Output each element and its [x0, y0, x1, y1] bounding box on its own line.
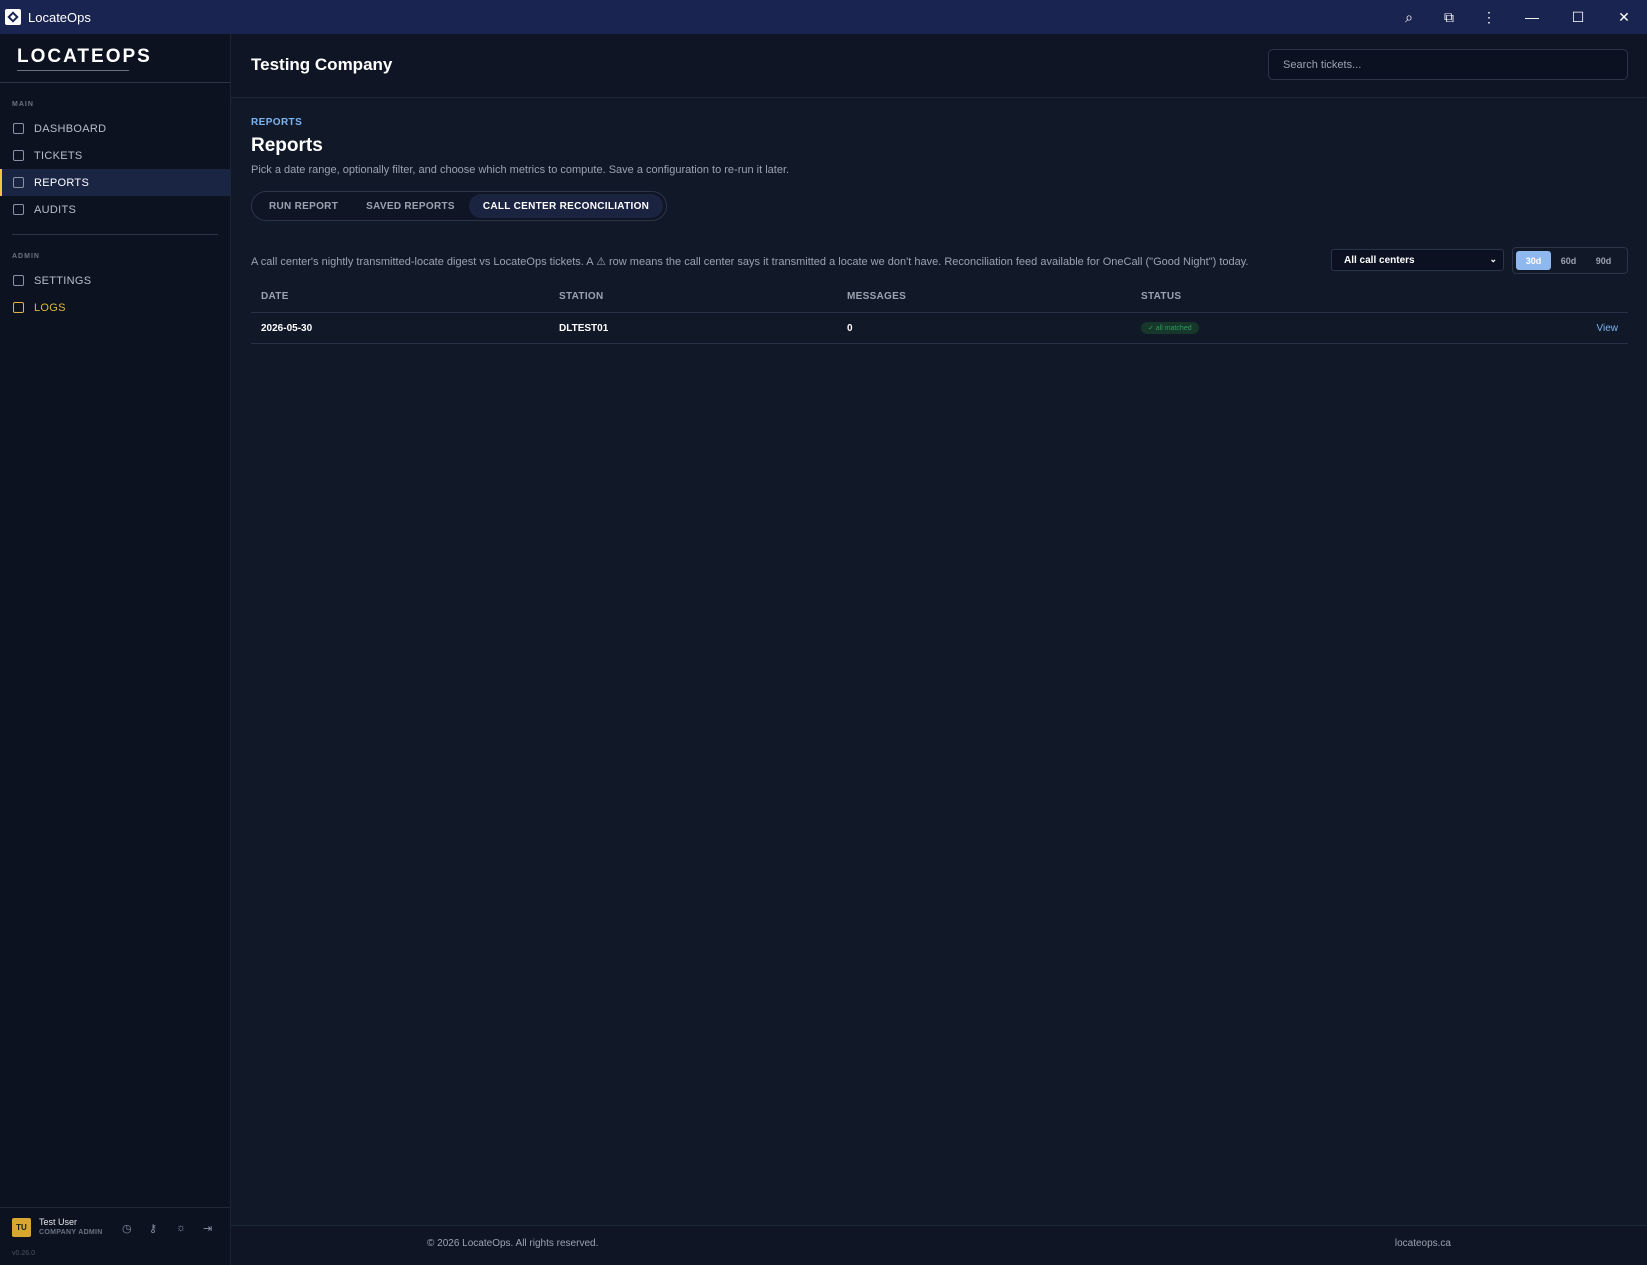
logo-wordmark: LOCATEOPS	[17, 46, 152, 67]
brand-logo[interactable]: LOCATEOPS	[0, 34, 230, 83]
range-90d-button[interactable]: 90d	[1586, 251, 1621, 270]
copyright-text: © 2026 LocateOps. All rights reserved.	[427, 1238, 599, 1249]
status-badge: ✓ all matched	[1141, 322, 1199, 334]
company-name: Testing Company	[251, 55, 393, 74]
user-name: Test User	[39, 1217, 78, 1227]
avatar[interactable]: TU	[12, 1218, 31, 1237]
main-content: REPORTS Reports Pick a date range, optio…	[231, 99, 1647, 1224]
sidebar-item-label: LOGS	[34, 301, 66, 314]
sidebar-item-label: REPORTS	[34, 176, 90, 189]
call-center-select-value: All call centers	[1344, 254, 1415, 266]
call-center-select[interactable]: All call centers ⌄	[1331, 249, 1504, 271]
reconciliation-table: DATE STATION MESSAGES STATUS 2026-05-30 …	[251, 281, 1628, 344]
table-row[interactable]: 2026-05-30 DLTEST01 0 ✓ all matched View	[251, 313, 1628, 344]
sidebar-item-label: DASHBOARD	[34, 122, 107, 135]
cell-messages: 0	[847, 322, 853, 334]
sidebar-item-settings[interactable]: SETTINGS	[0, 267, 230, 294]
column-header-station: STATION	[559, 291, 604, 302]
key-icon[interactable]: ⚷	[149, 1222, 176, 1235]
sidebar: LOCATEOPS MAIN DASHBOARD TICKETS REPORTS…	[0, 34, 231, 1265]
logo-underline	[17, 70, 129, 72]
column-header-date: DATE	[261, 291, 289, 302]
site-link[interactable]: locateops.ca	[1395, 1238, 1451, 1249]
sidebar-item-tickets[interactable]: TICKETS	[0, 142, 230, 169]
page-description: Pick a date range, optionally filter, an…	[251, 164, 790, 176]
range-60d-button[interactable]: 60d	[1551, 251, 1586, 270]
breadcrumb[interactable]: REPORTS	[251, 117, 302, 128]
sidebar-item-reports[interactable]: REPORTS	[0, 169, 230, 196]
tab-run-report[interactable]: RUN REPORT	[255, 194, 352, 218]
date-range-toggle: 30d 60d 90d	[1512, 247, 1628, 274]
window-controls: ⌕ ⧉ ⋮ — ☐ ✕	[1389, 0, 1647, 34]
sidebar-item-logs[interactable]: LOGS	[0, 294, 230, 321]
app-version: v0.26.0	[12, 1250, 35, 1257]
sidebar-item-audits[interactable]: AUDITS	[0, 196, 230, 223]
view-link[interactable]: View	[1597, 323, 1619, 334]
table-header: DATE STATION MESSAGES STATUS	[251, 281, 1628, 313]
sidebar-item-dashboard[interactable]: DASHBOARD	[0, 115, 230, 142]
search-input[interactable]	[1268, 49, 1628, 80]
sidebar-item-label: SETTINGS	[34, 274, 92, 287]
report-tabs: RUN REPORT SAVED REPORTS CALL CENTER REC…	[251, 191, 668, 221]
minimize-icon[interactable]: —	[1509, 0, 1555, 34]
cell-date: 2026-05-30	[261, 322, 313, 334]
chart-icon	[13, 177, 24, 188]
reconciliation-description: A call center's nightly transmitted-loca…	[251, 256, 1249, 268]
tab-saved-reports[interactable]: SAVED REPORTS	[352, 194, 469, 218]
logout-icon[interactable]: ⇥	[203, 1222, 230, 1235]
page-title: Reports	[251, 135, 323, 156]
top-header: Testing Company	[231, 34, 1647, 98]
app-logo-icon	[5, 9, 21, 25]
dashboard-icon	[13, 123, 24, 134]
column-header-messages: MESSAGES	[847, 291, 907, 302]
clipboard-icon	[13, 204, 24, 215]
cell-station: DLTEST01	[559, 322, 609, 334]
gear-icon	[13, 275, 24, 286]
chevron-down-icon: ⌄	[1489, 254, 1497, 264]
theme-icon[interactable]: ☼	[176, 1222, 203, 1235]
page-footer: © 2026 LocateOps. All rights reserved. l…	[231, 1225, 1647, 1265]
close-icon[interactable]: ✕	[1601, 0, 1647, 34]
search-icon[interactable]: ⌕	[1389, 0, 1429, 34]
sidebar-divider	[12, 234, 218, 235]
sidebar-item-label: TICKETS	[34, 149, 83, 162]
maximize-icon[interactable]: ☐	[1555, 0, 1601, 34]
user-actions: ◷ ⚷ ☼ ⇥	[122, 1222, 230, 1235]
window-titlebar: LocateOps ⌕ ⧉ ⋮ — ☐ ✕	[0, 0, 1647, 34]
column-header-status: STATUS	[1141, 291, 1182, 302]
user-role: COMPANY ADMIN	[39, 1229, 103, 1236]
extension-icon[interactable]: ⧉	[1429, 0, 1469, 34]
window-title: LocateOps	[28, 9, 91, 25]
history-icon[interactable]: ◷	[122, 1222, 149, 1235]
section-label-admin: ADMIN	[12, 253, 40, 260]
document-icon	[13, 302, 24, 313]
section-label-main: MAIN	[12, 101, 34, 108]
sidebar-item-label: AUDITS	[34, 203, 77, 216]
ticket-icon	[13, 150, 24, 161]
user-panel: TU Test User COMPANY ADMIN ◷ ⚷ ☼ ⇥ v0.26…	[0, 1207, 231, 1265]
range-30d-button[interactable]: 30d	[1516, 251, 1551, 270]
tab-call-center-reconciliation[interactable]: CALL CENTER RECONCILIATION	[468, 194, 664, 218]
more-icon[interactable]: ⋮	[1469, 0, 1509, 34]
